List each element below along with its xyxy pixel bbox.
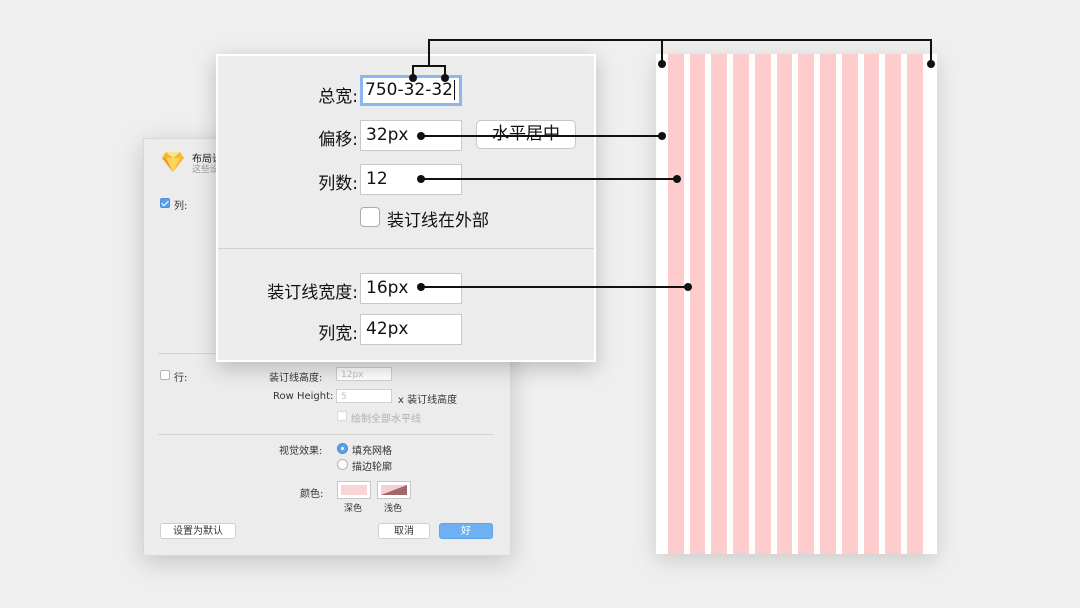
ok-button[interactable]: 好 xyxy=(439,523,493,539)
column-count-input[interactable]: 12 xyxy=(360,164,462,195)
total-width-value: 750-32-32 xyxy=(365,80,453,100)
text-caret xyxy=(453,80,455,100)
grid-preview-artboard xyxy=(656,54,937,554)
sketch-diamond-icon xyxy=(162,152,184,172)
draw-all-lines-checkbox[interactable] xyxy=(337,411,347,421)
gutter-width-input[interactable]: 16px xyxy=(360,273,462,304)
grid-column xyxy=(798,54,815,554)
offset-label: 偏移: xyxy=(318,130,358,150)
row-height-label: Row Height: xyxy=(273,391,334,402)
grid-column xyxy=(841,54,858,554)
layout-settings-zoomed-dialog: 总宽: 750-32-32 偏移: 32px 水平居中 列数: 12 装订线在外… xyxy=(216,54,596,362)
grid-column xyxy=(754,54,771,554)
fill-grid-label: 填充网格 xyxy=(352,446,392,457)
rows-label: 行: xyxy=(174,373,188,384)
grid-column xyxy=(907,54,923,554)
stroke-outline-radio[interactable] xyxy=(337,459,348,470)
light-label: 浅色 xyxy=(384,504,403,514)
gutter-height-label: 装订线高度: xyxy=(269,373,323,384)
grid-column xyxy=(689,54,706,554)
stroke-outline-label: 描边轮廓 xyxy=(352,462,392,473)
row-height-input[interactable]: 5 xyxy=(336,389,392,403)
grid-column xyxy=(820,54,836,554)
gutter-width-label: 装订线宽度: xyxy=(267,283,358,303)
total-width-input[interactable]: 750-32-32 xyxy=(360,75,462,106)
dialog-subtitle: 这些设 xyxy=(192,165,220,175)
draw-all-lines-label: 绘制全部水平线 xyxy=(351,414,421,425)
columns-label: 列: xyxy=(174,201,188,212)
grid-column xyxy=(667,54,684,554)
column-width-label: 列宽: xyxy=(318,324,358,344)
set-default-button[interactable]: 设置为默认 xyxy=(160,523,236,539)
gutter-height-input[interactable]: 12px xyxy=(336,367,392,381)
dark-color-swatch[interactable] xyxy=(337,481,371,499)
grid-column xyxy=(733,54,749,554)
divider xyxy=(218,248,594,249)
gutter-outside-label: 装订线在外部 xyxy=(387,211,489,231)
visual-effect-label: 视觉效果: xyxy=(279,446,323,457)
column-count-label: 列数: xyxy=(318,174,358,194)
dark-color-fill xyxy=(341,485,367,495)
columns-checkbox[interactable] xyxy=(160,198,170,208)
grid-column xyxy=(863,54,880,554)
grid-column xyxy=(711,54,728,554)
center-horizontally-button[interactable]: 水平居中 xyxy=(476,120,576,149)
color-label: 颜色: xyxy=(300,489,324,500)
light-color-fill xyxy=(381,485,407,495)
cancel-button[interactable]: 取消 xyxy=(378,523,430,539)
grid-column xyxy=(776,54,793,554)
gutter-outside-checkbox[interactable] xyxy=(360,207,380,227)
fill-grid-radio[interactable] xyxy=(337,443,348,454)
column-width-input[interactable]: 42px xyxy=(360,314,462,345)
dark-label: 深色 xyxy=(344,504,363,514)
divider xyxy=(158,434,494,435)
rows-checkbox[interactable] xyxy=(160,370,170,380)
grid-column xyxy=(885,54,902,554)
offset-input[interactable]: 32px xyxy=(360,120,462,151)
row-height-suffix: x 装订线高度 xyxy=(398,395,458,406)
total-width-label: 总宽: xyxy=(318,87,358,107)
light-color-swatch[interactable] xyxy=(377,481,411,499)
